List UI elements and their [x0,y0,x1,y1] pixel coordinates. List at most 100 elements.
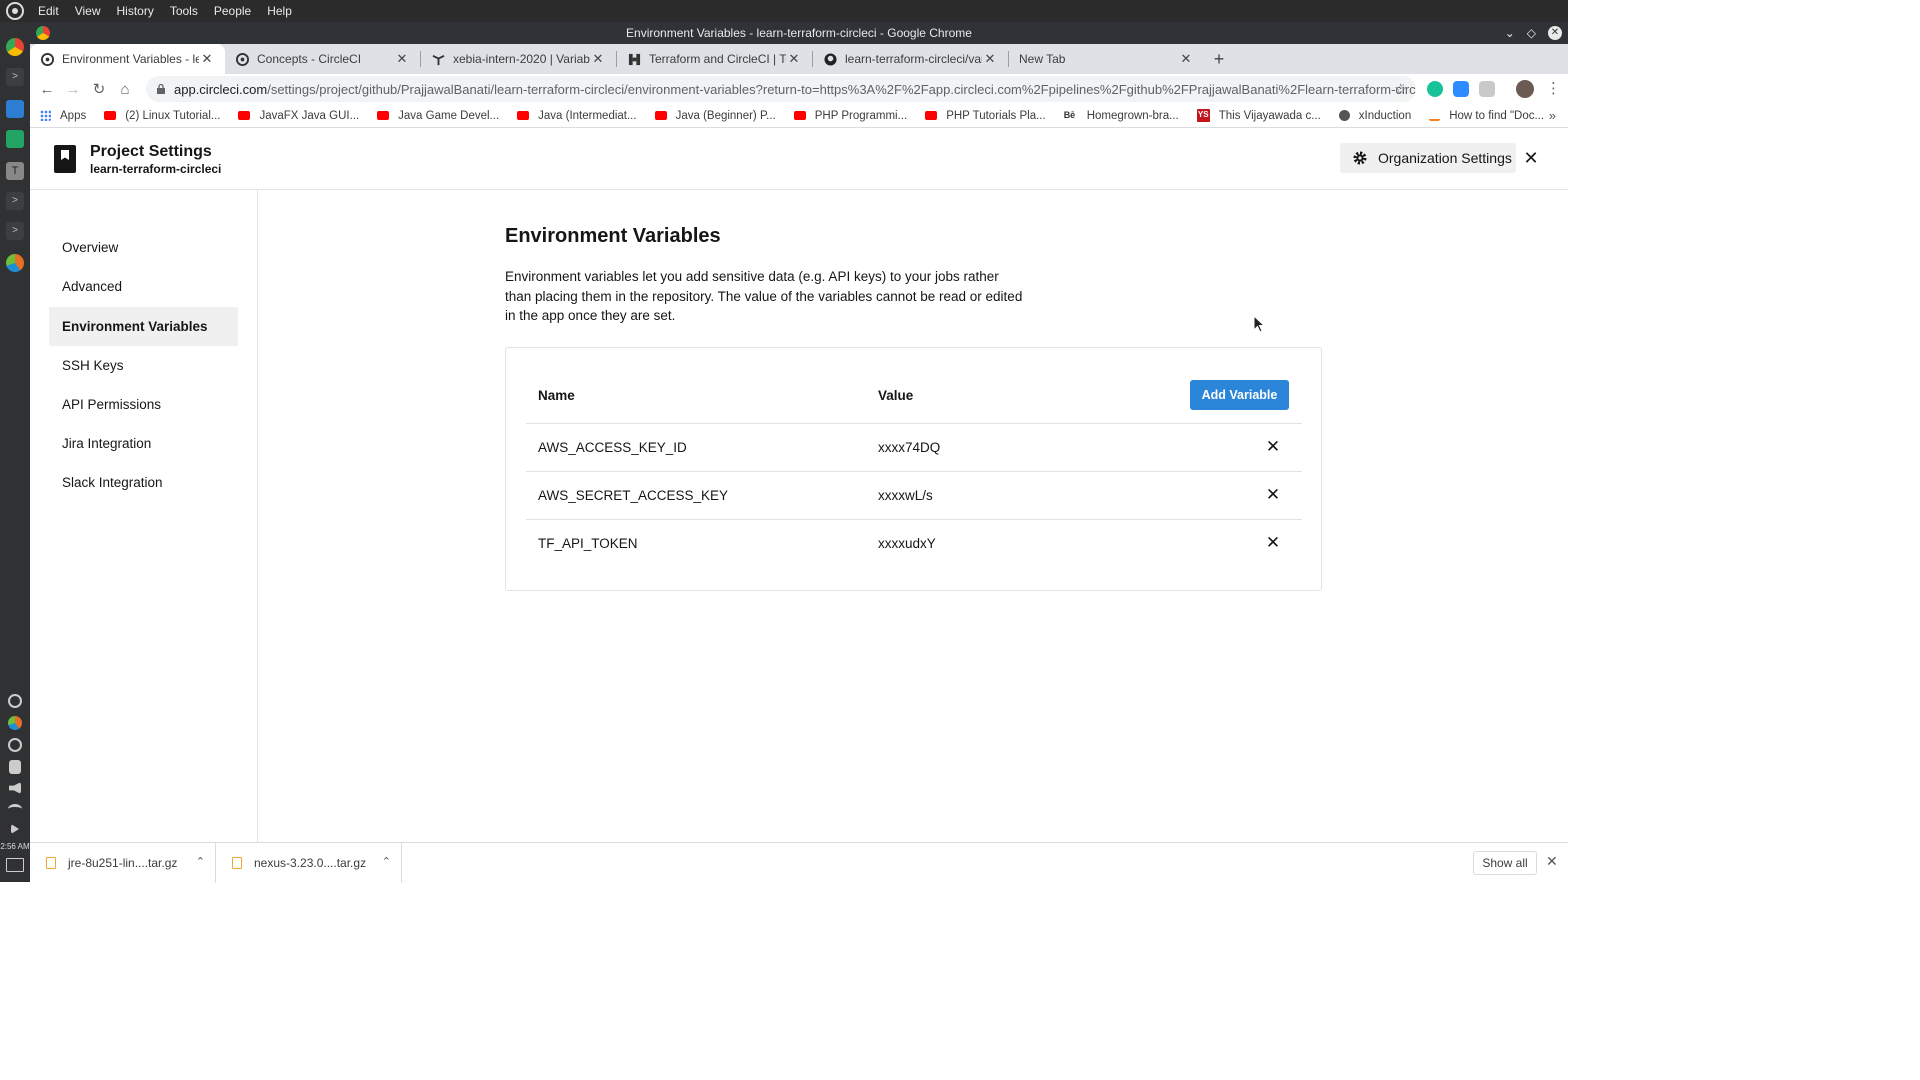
github-icon [823,52,837,66]
menu-view[interactable]: View [67,0,109,22]
download-item-jre[interactable]: jre-8u251-lin....tar.gz ⌃ [30,842,216,883]
minimize-icon[interactable]: ⌄ [1505,26,1515,40]
tab-new-tab[interactable]: New Tab ✕ [1009,44,1204,74]
sidebar-item-ssh-keys[interactable]: SSH Keys [49,346,238,385]
updates-tray-icon[interactable] [8,738,22,752]
menu-edit[interactable]: Edit [30,0,67,22]
bookmark-java-beginner[interactable]: Java (Beginner) P... [654,110,776,122]
close-window-icon[interactable]: ✕ [1548,26,1562,40]
terminal-dock-icon[interactable]: > [6,68,24,86]
files-dock-icon[interactable] [6,100,24,118]
menu-people[interactable]: People [206,0,259,22]
menu-history[interactable]: History [108,0,161,22]
mouse-cursor-icon [1253,315,1265,333]
sheets-dock-icon[interactable] [6,130,24,148]
forward-icon[interactable]: → [60,76,86,102]
back-icon[interactable]: ← [34,76,60,102]
env-vars-card: Name Value Add Variable AWS_ACCESS_KEY_I… [505,347,1322,591]
youtube-icon [104,111,117,120]
os-logo-icon[interactable] [0,0,30,22]
bookmark-php-programming[interactable]: PHP Programmi... [793,109,908,122]
sidebar-item-jira-integration[interactable]: Jira Integration [49,424,238,463]
profile-avatar[interactable] [1516,80,1534,98]
chevron-up-icon[interactable]: ⌃ [196,855,205,868]
more-bookmarks-icon[interactable]: » [1549,108,1556,123]
delete-variable-icon[interactable]: ✕ [1264,486,1282,504]
bookmark-vijayawada[interactable]: YS This Vijayawada c... [1196,109,1321,122]
sidebar-item-slack-integration[interactable]: Slack Integration [49,463,238,502]
show-desktop-icon[interactable] [6,858,24,872]
browser-tray-icon[interactable] [8,716,22,730]
tab-concepts[interactable]: Concepts - CircleCI ✕ [225,44,420,74]
maximize-icon[interactable]: ◇ [1527,26,1536,40]
bookmark-apps[interactable]: Apps [40,110,86,122]
volume-tray-icon[interactable] [9,782,21,794]
close-icon[interactable]: ✕ [1522,149,1540,167]
youtube-icon [793,111,806,120]
bookmark-javafx[interactable]: JavaFX Java GUI... [238,110,359,122]
tab-xebia-variables[interactable]: xebia-intern-2020 | Variables ✕ [421,44,616,74]
bookmark-label: PHP Programmi... [814,109,908,122]
delete-variable-icon[interactable]: ✕ [1264,534,1282,552]
close-tab-icon[interactable]: ✕ [590,51,606,67]
bookmark-java-game[interactable]: Java Game Devel... [377,110,499,122]
download-filename: nexus-3.23.0....tar.gz [254,855,367,870]
sidebar-item-advanced[interactable]: Advanced [49,267,238,306]
tab-title: xebia-intern-2020 | Variables [453,52,590,66]
show-all-downloads-button[interactable]: Show all [1473,851,1537,875]
close-tab-icon[interactable]: ✕ [982,51,998,67]
address-bar[interactable]: app.circleci.com/settings/project/github… [146,76,1416,102]
bookmark-linux-tutorial[interactable]: (2) Linux Tutorial... [104,110,220,122]
chrome-dock-icon[interactable] [6,38,24,56]
chrome-menu-icon[interactable]: ⋮ [1546,79,1561,97]
new-tab-icon[interactable]: + [1204,44,1234,74]
terraform-cloud-icon [431,52,445,66]
extension-icon[interactable] [1479,81,1495,97]
clipboard-tray-icon[interactable] [9,760,21,774]
reload-icon[interactable]: ↻ [86,76,112,102]
terminal-dock-icon-2[interactable]: > [6,192,24,210]
close-tab-icon[interactable]: ✕ [394,51,410,67]
archive-file-icon [232,856,242,869]
home-icon[interactable]: ⌂ [112,76,138,102]
tab-environment-variables[interactable]: Environment Variables - learn ✕ [30,44,225,74]
close-tab-icon[interactable]: ✕ [786,51,802,67]
bookmark-xinduction[interactable]: xInduction [1338,110,1411,122]
zoom-extension-icon[interactable] [1453,81,1469,97]
close-downloads-icon[interactable]: ✕ [1546,853,1558,870]
text-editor-dock-icon[interactable]: T [6,162,24,180]
close-tab-icon[interactable]: ✕ [1178,51,1194,67]
bookmark-php-tutorials[interactable]: PHP Tutorials Pla... [925,110,1046,122]
sidebar-item-api-permissions[interactable]: API Permissions [49,385,238,424]
bookmark-label: Homegrown-bra... [1086,109,1179,122]
chevron-up-icon[interactable]: ⌃ [382,855,391,868]
bookmark-homegrown[interactable]: Bē Homegrown-bra... [1064,110,1179,122]
tab-github[interactable]: learn-terraform-circleci/varial ✕ [813,44,1008,74]
bookmark-how-to-find[interactable]: How to find "Doc... [1429,110,1544,122]
download-item-nexus[interactable]: nexus-3.23.0....tar.gz ⌃ [216,842,402,883]
column-header-name: Name [538,388,575,403]
bookmark-java-intermediate[interactable]: Java (Intermediat... [517,110,637,122]
delete-variable-icon[interactable]: ✕ [1264,438,1282,456]
close-tab-icon[interactable]: ✕ [199,51,215,67]
menu-help[interactable]: Help [259,0,300,22]
window-titlebar: Environment Variables - learn-terraform-… [30,22,1568,44]
lock-icon [157,84,165,94]
tab-terraform-circleci[interactable]: Terraform and CircleCI | Terra ✕ [617,44,812,74]
browser-dock-icon[interactable] [6,254,24,272]
expand-tray-icon[interactable] [11,824,19,834]
bookmark-star-icon[interactable]: ☆ [1394,80,1407,98]
organization-settings-button[interactable]: Organization Settings [1340,143,1516,173]
project-book-icon [54,145,76,173]
tab-title: Environment Variables - learn [62,52,199,66]
grammarly-icon[interactable] [1427,81,1443,97]
sidebar-item-overview[interactable]: Overview [49,228,238,267]
settings-tray-icon[interactable] [8,694,22,708]
menu-tools[interactable]: Tools [162,0,206,22]
sidebar-item-environment-variables[interactable]: Environment Variables [49,307,238,346]
add-variable-button[interactable]: Add Variable [1190,380,1289,410]
settings-sidebar: Overview Advanced Environment Variables … [30,190,258,842]
wifi-tray-icon[interactable] [8,804,22,814]
bookmarks-bar: Apps (2) Linux Tutorial... JavaFX Java G… [30,104,1568,128]
terminal-dock-icon-3[interactable]: > [6,222,24,240]
